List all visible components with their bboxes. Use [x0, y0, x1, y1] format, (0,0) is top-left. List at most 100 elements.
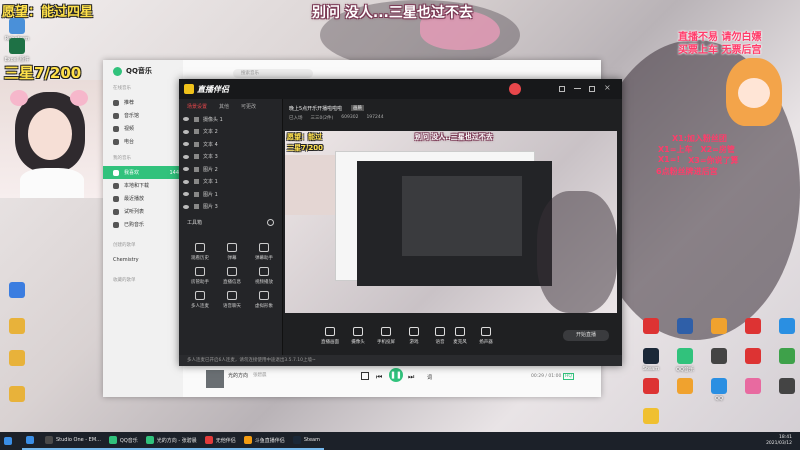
desktop-icon[interactable] — [670, 318, 700, 336]
start-live-button[interactable]: 开始直播 — [563, 330, 609, 341]
taskbar-app-icon — [243, 436, 252, 444]
tab-other[interactable]: 其他 — [219, 103, 229, 110]
maximize-icon[interactable] — [589, 86, 595, 92]
tab-editable[interactable]: 可更改 — [241, 103, 256, 110]
quality-badge[interactable]: HQ — [563, 373, 574, 380]
taskbar-item[interactable]: Studio One - EM... — [41, 432, 105, 450]
source-item[interactable]: 文本 1 — [179, 176, 282, 189]
eye-icon[interactable] — [183, 117, 189, 122]
toolbox-item[interactable]: 房管助手 — [187, 267, 213, 285]
settings-icon[interactable] — [559, 86, 565, 92]
qqmusic-search-input[interactable]: 搜索音乐 — [233, 69, 313, 78]
sidebar-item-local[interactable]: 本地和下载 — [103, 179, 183, 192]
control-button[interactable]: 麦克风 — [447, 327, 473, 345]
desktop-icon-folder[interactable] — [2, 318, 32, 336]
desktop-icon-app[interactable] — [2, 282, 32, 300]
control-button[interactable]: 扬声器 — [473, 327, 499, 345]
prev-button[interactable]: ⏮ — [376, 373, 382, 382]
eye-icon[interactable] — [183, 204, 189, 209]
source-item[interactable]: 图片 1 — [179, 188, 282, 201]
desktop-icon[interactable] — [738, 378, 768, 396]
desktop-icon[interactable] — [704, 348, 734, 366]
live-title[interactable]: 晚上5点开乐开播啦啦啦 — [289, 105, 342, 112]
stream-preview[interactable]: 愿望：能过 三星7/200 别问 没人..三星也过不去 — [285, 131, 617, 313]
eye-icon[interactable] — [183, 192, 189, 197]
close-icon[interactable]: × — [604, 83, 611, 92]
avatar[interactable] — [509, 83, 521, 95]
next-button[interactable]: ⏭ — [408, 373, 414, 382]
sidebar-item-label: 推荐 — [124, 100, 135, 106]
taskbar-item[interactable]: QQ音乐 — [104, 432, 142, 450]
taskbar-item[interactable]: Steam — [288, 432, 324, 450]
source-item[interactable]: 文本 2 — [179, 126, 282, 139]
taskbar-item[interactable] — [22, 432, 41, 450]
desktop-icon[interactable] — [704, 318, 734, 336]
desktop-icon[interactable]: QQ音乐 — [670, 348, 700, 373]
like-heart-icon[interactable] — [361, 372, 369, 380]
eye-icon[interactable] — [183, 129, 189, 134]
sidebar-item-recommend[interactable]: 推荐 — [103, 96, 183, 109]
source-item[interactable]: 摄像头 1 — [179, 113, 282, 126]
sidebar-item-recent[interactable]: 最近播放 — [103, 192, 183, 205]
desktop-icon-folder[interactable] — [2, 386, 32, 404]
toolbox-item[interactable]: 语音聊天 — [219, 291, 245, 309]
toolbox-item[interactable]: 直播信息 — [219, 267, 245, 285]
source-item[interactable]: 图片 2 — [179, 163, 282, 176]
desktop-icon[interactable] — [772, 378, 800, 396]
sidebar-item-trial[interactable]: 试听列表 — [103, 205, 183, 218]
sidebar-item-liked[interactable]: 我喜欢 144 — [103, 166, 183, 179]
desktop-icon[interactable] — [636, 318, 666, 336]
sidebar-item-video[interactable]: 视频 — [103, 122, 183, 135]
minimize-icon[interactable] — [574, 88, 581, 89]
eye-icon[interactable] — [183, 154, 189, 159]
toolbox-item[interactable]: 弹幕 — [219, 243, 245, 261]
desktop-icon[interactable] — [772, 318, 800, 336]
desktop-icon[interactable] — [772, 348, 800, 366]
desktop-icon[interactable]: QQ — [704, 378, 734, 402]
tab-scene[interactable]: 场景设置 — [187, 103, 207, 110]
source-item[interactable]: 文本 4 — [179, 138, 282, 151]
live-title-tag[interactable]: 画质 — [351, 105, 364, 111]
source-label: 文本 4 — [203, 141, 218, 148]
taskbar-item[interactable]: 斗鱼直播伴侣 — [239, 432, 289, 450]
toolbox-item[interactable]: 虚拟形象 — [251, 291, 277, 309]
clock[interactable]: 18:41 2021/03/12 — [766, 435, 800, 447]
desktop-icon[interactable]: Steam — [636, 348, 666, 372]
toolbox-item[interactable]: 观看历史 — [187, 243, 213, 261]
control-button[interactable]: 直播画面 — [317, 327, 343, 345]
eye-icon[interactable] — [183, 167, 189, 172]
start-button[interactable] — [0, 432, 22, 450]
desktop-icon-folder[interactable] — [2, 350, 32, 368]
lyrics-button[interactable]: 词 — [427, 374, 432, 381]
source-item[interactable]: 图片 3 — [179, 201, 282, 214]
desktop-icon[interactable] — [636, 408, 666, 426]
pause-button[interactable]: ❚❚ — [389, 368, 403, 382]
control-button[interactable]: 游戏 — [401, 327, 427, 345]
toolbox-item[interactable]: 弹幕助手 — [251, 243, 277, 261]
taskbar-item[interactable]: 光的方向 - 张碧晨 — [141, 432, 201, 450]
sidebar-item-purchased[interactable]: 已购音乐 — [103, 218, 183, 231]
album-cover[interactable] — [206, 370, 224, 388]
app-icon — [677, 378, 693, 394]
app-icon — [711, 348, 727, 364]
source-label: 图片 1 — [203, 191, 218, 198]
taskbar-item[interactable]: 无他伴侣 — [200, 432, 240, 450]
source-item[interactable]: 文本 3 — [179, 151, 282, 164]
toolbox-item[interactable]: 多人连麦 — [187, 291, 213, 309]
desktop-icon[interactable] — [738, 348, 768, 366]
sidebar-item-radio[interactable]: 电台 — [103, 135, 183, 148]
desktop-icon-excel[interactable]: Excel 原件 — [2, 38, 32, 63]
play-time: 00:29 / 01:00 — [531, 374, 562, 379]
desktop-icon[interactable] — [636, 378, 666, 396]
toolbox-item[interactable]: 视频播放 — [251, 267, 277, 285]
control-button[interactable]: 手机投屏 — [373, 327, 399, 345]
desktop-icon[interactable] — [738, 318, 768, 336]
toolbox-more-icon[interactable] — [267, 219, 274, 226]
eye-icon[interactable] — [183, 179, 189, 184]
control-button[interactable]: 摄像头 — [345, 327, 371, 345]
playlist-item[interactable]: Chemistry — [103, 253, 183, 266]
desktop-icon[interactable] — [670, 378, 700, 396]
eye-icon[interactable] — [183, 142, 189, 147]
sidebar-item-music-hall[interactable]: 音乐馆 — [103, 109, 183, 122]
cart-icon — [113, 221, 119, 228]
